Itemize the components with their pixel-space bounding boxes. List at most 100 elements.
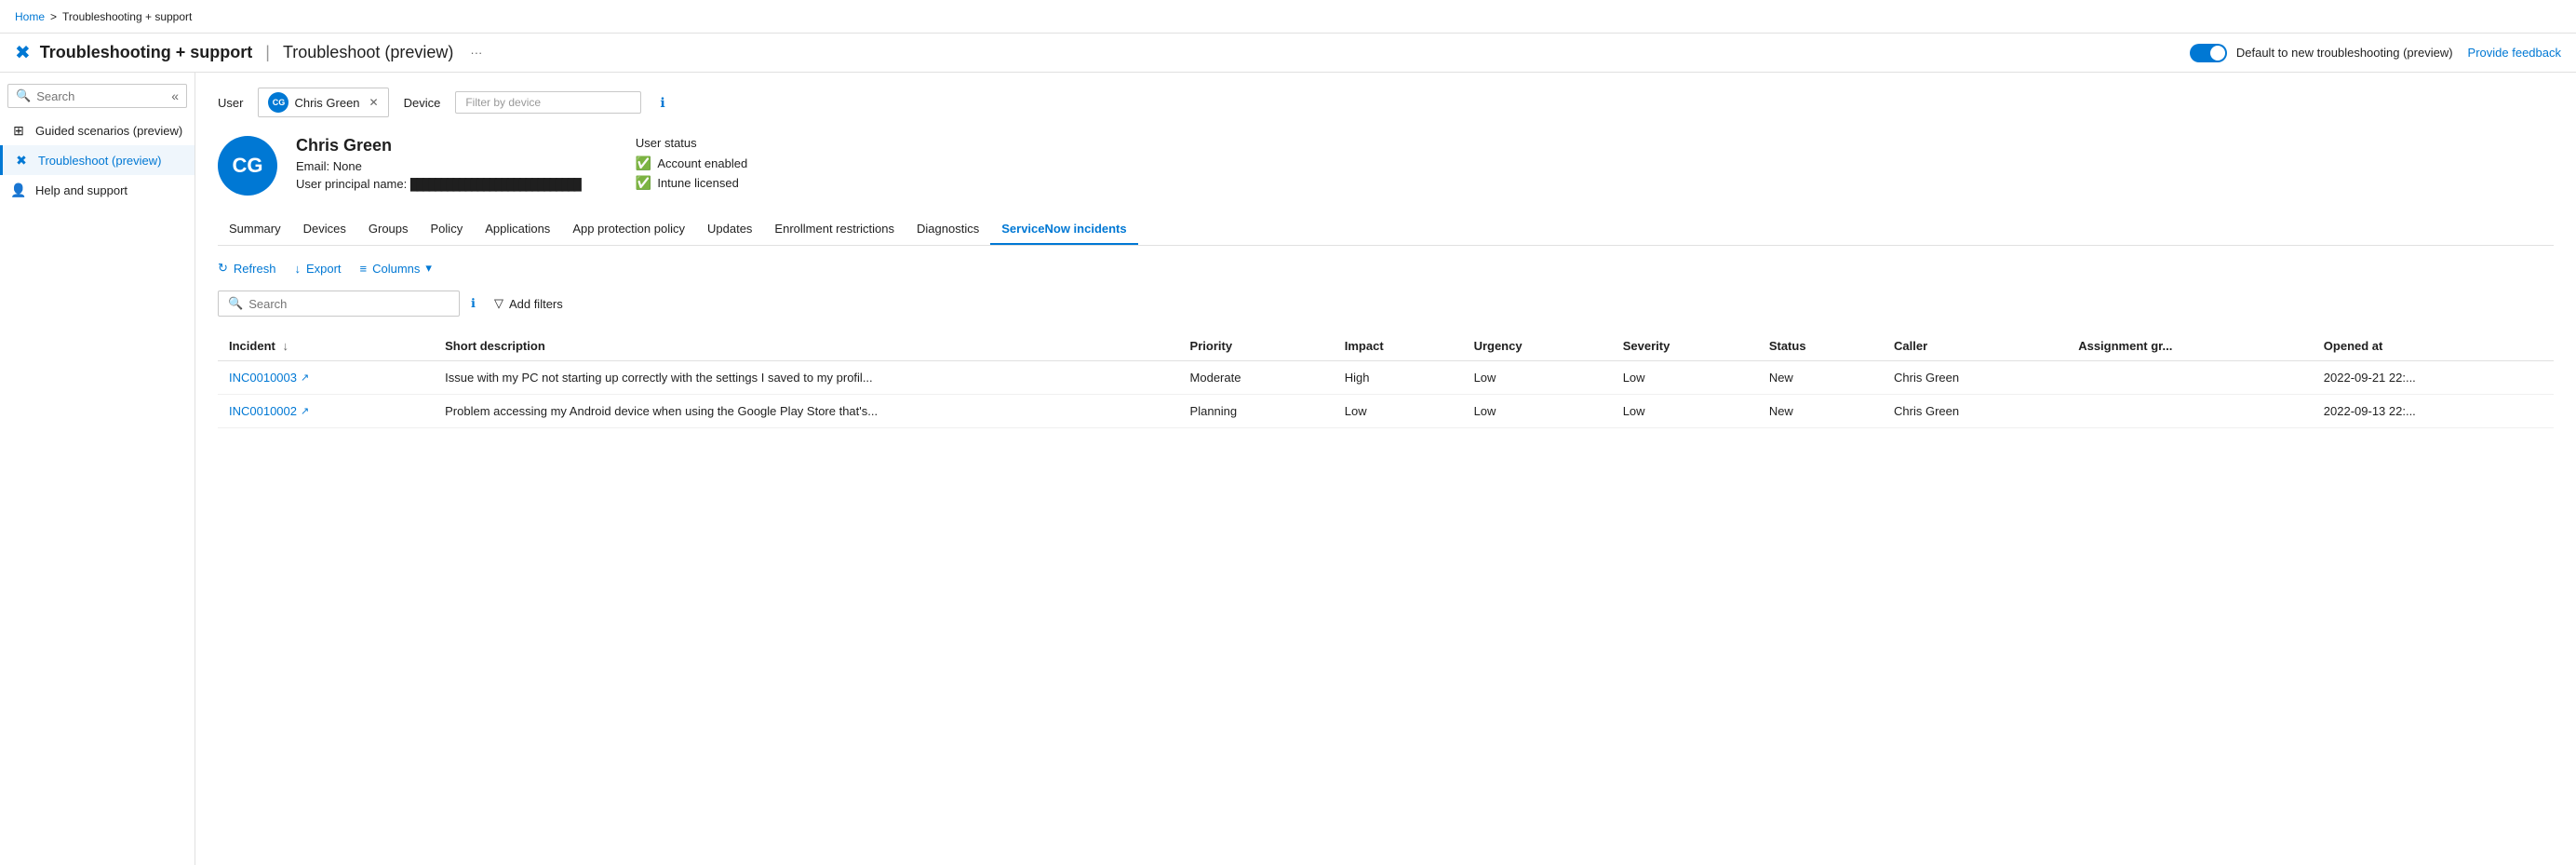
breadcrumb: Home > Troubleshooting + support <box>15 10 192 23</box>
priority-cell: Planning <box>1179 395 1334 428</box>
page-title-main: Troubleshooting + support <box>40 43 253 62</box>
sidebar-item-help-support[interactable]: 👤 Help and support <box>0 175 195 205</box>
incident-link-1[interactable]: INC0010002 ↗ <box>229 404 423 418</box>
table-header-row: Incident ↓ Short description Priority Im… <box>218 331 2554 361</box>
sidebar-item-label: Help and support <box>35 183 127 197</box>
tab-servicenow[interactable]: ServiceNow incidents <box>990 214 1137 245</box>
breadcrumb-current: Troubleshooting + support <box>62 10 192 23</box>
guided-scenarios-icon: ⊞ <box>11 123 26 138</box>
search-box-icon: 🔍 <box>228 296 243 311</box>
tab-devices[interactable]: Devices <box>292 214 357 245</box>
columns-button[interactable]: ≡ Columns ▾ <box>360 261 432 276</box>
add-filters-button[interactable]: ▽ Add filters <box>487 292 570 315</box>
tab-app-protection[interactable]: App protection policy <box>561 214 696 245</box>
user-chip[interactable]: CG Chris Green ✕ <box>258 88 388 117</box>
tabs-bar: Summary Devices Groups Policy Applicatio… <box>218 214 2554 246</box>
status-account-enabled: ✅ Account enabled <box>636 155 747 171</box>
user-chip-avatar: CG <box>268 92 288 113</box>
device-filter-input[interactable]: Filter by device <box>455 91 641 114</box>
sidebar: 🔍 « ⊞ Guided scenarios (preview) ✖ Troub… <box>0 73 195 865</box>
caller-cell: Chris Green <box>1883 361 2067 395</box>
sidebar-item-label: Guided scenarios (preview) <box>35 124 182 138</box>
page-title-bar: ✖ Troubleshooting + support | Troublesho… <box>0 34 2576 73</box>
sidebar-item-label: Troubleshoot (preview) <box>38 154 161 168</box>
urgency-cell: Low <box>1463 395 1612 428</box>
user-filter-label: User <box>218 96 243 110</box>
new-troubleshooting-toggle[interactable] <box>2190 44 2227 62</box>
provide-feedback-link[interactable]: Provide feedback <box>2468 46 2561 60</box>
tab-summary[interactable]: Summary <box>218 214 292 245</box>
col-assignment: Assignment gr... <box>2067 331 2313 361</box>
main-layout: 🔍 « ⊞ Guided scenarios (preview) ✖ Troub… <box>0 73 2576 865</box>
incident-link-0[interactable]: INC0010003 ↗ <box>229 371 423 385</box>
sidebar-item-guided-scenarios[interactable]: ⊞ Guided scenarios (preview) <box>0 115 195 145</box>
tab-groups[interactable]: Groups <box>357 214 420 245</box>
sidebar-collapse-button[interactable]: « <box>171 88 179 103</box>
col-urgency: Urgency <box>1463 331 1612 361</box>
columns-chevron-icon: ▾ <box>425 261 432 276</box>
incidents-table: Incident ↓ Short description Priority Im… <box>218 331 2554 428</box>
title-ellipsis[interactable]: ··· <box>470 46 482 60</box>
opened-at-cell: 2022-09-21 22:... <box>2313 361 2554 395</box>
main-content: User CG Chris Green ✕ Device Filter by d… <box>195 73 2576 865</box>
search-info-icon[interactable]: ℹ <box>471 296 476 311</box>
sidebar-search-input[interactable] <box>36 89 166 103</box>
caller-cell: Chris Green <box>1883 395 2067 428</box>
profile-email: Email: None <box>296 159 580 173</box>
refresh-button[interactable]: ↻ Refresh <box>218 261 275 276</box>
tab-applications[interactable]: Applications <box>474 214 561 245</box>
impact-cell: High <box>1334 361 1463 395</box>
table-row: INC0010002 ↗ Problem accessing my Androi… <box>218 395 2554 428</box>
priority-cell: Moderate <box>1179 361 1334 395</box>
breadcrumb-home[interactable]: Home <box>15 10 45 23</box>
filter-icon: ▽ <box>494 296 503 311</box>
page-title-sub: Troubleshoot (preview) <box>283 43 453 62</box>
severity-cell: Low <box>1612 361 1758 395</box>
profile-info: Chris Green Email: None User principal n… <box>296 136 580 191</box>
opened-at-cell: 2022-09-13 22:... <box>2313 395 2554 428</box>
external-link-icon: ↗ <box>301 405 309 417</box>
col-short-desc: Short description <box>434 331 1178 361</box>
account-enabled-check-icon: ✅ <box>636 155 651 171</box>
profile-upn: User principal name: ███████████████████… <box>296 177 580 191</box>
user-chip-close-button[interactable]: ✕ <box>369 96 379 109</box>
assignment-cell <box>2067 395 2313 428</box>
user-status-section: User status ✅ Account enabled ✅ Intune l… <box>636 136 747 195</box>
incident-id-cell: INC0010002 ↗ <box>218 395 434 428</box>
external-link-icon: ↗ <box>301 372 309 384</box>
table-row: INC0010003 ↗ Issue with my PC not starti… <box>218 361 2554 395</box>
tab-policy[interactable]: Policy <box>420 214 475 245</box>
export-button[interactable]: ↓ Export <box>294 262 341 276</box>
breadcrumb-bar: Home > Troubleshooting + support <box>0 0 2576 34</box>
tab-diagnostics[interactable]: Diagnostics <box>906 214 990 245</box>
user-chip-name: Chris Green <box>294 96 359 110</box>
device-info-icon: ℹ <box>660 95 664 111</box>
filter-row: User CG Chris Green ✕ Device Filter by d… <box>218 88 2554 117</box>
search-icon: 🔍 <box>16 88 31 103</box>
tab-enrollment[interactable]: Enrollment restrictions <box>763 214 906 245</box>
sidebar-item-troubleshoot[interactable]: ✖ Troubleshoot (preview) <box>0 145 195 175</box>
breadcrumb-separator: > <box>50 10 57 23</box>
profile-name: Chris Green <box>296 136 580 155</box>
sidebar-search-box[interactable]: 🔍 « <box>7 84 187 108</box>
col-incident: Incident ↓ <box>218 331 434 361</box>
tab-updates[interactable]: Updates <box>696 214 763 245</box>
col-opened-at: Opened at <box>2313 331 2554 361</box>
table-search-box[interactable]: 🔍 <box>218 291 460 317</box>
status-cell: New <box>1758 395 1883 428</box>
incident-sort-icon[interactable]: ↓ <box>282 339 288 353</box>
user-status-title: User status <box>636 136 747 150</box>
col-priority: Priority <box>1179 331 1334 361</box>
title-separator: | <box>265 43 270 62</box>
col-severity: Severity <box>1612 331 1758 361</box>
refresh-icon: ↻ <box>218 261 228 276</box>
col-status: Status <box>1758 331 1883 361</box>
profile-avatar: CG <box>218 136 277 196</box>
title-bar-right: Default to new troubleshooting (preview)… <box>2190 44 2561 62</box>
short-desc-cell: Issue with my PC not starting up correct… <box>434 361 1178 395</box>
impact-cell: Low <box>1334 395 1463 428</box>
status-intune-licensed: ✅ Intune licensed <box>636 175 747 191</box>
toggle-label: Default to new troubleshooting (preview) <box>2236 46 2453 60</box>
assignment-cell <box>2067 361 2313 395</box>
table-search-input[interactable] <box>248 297 449 311</box>
